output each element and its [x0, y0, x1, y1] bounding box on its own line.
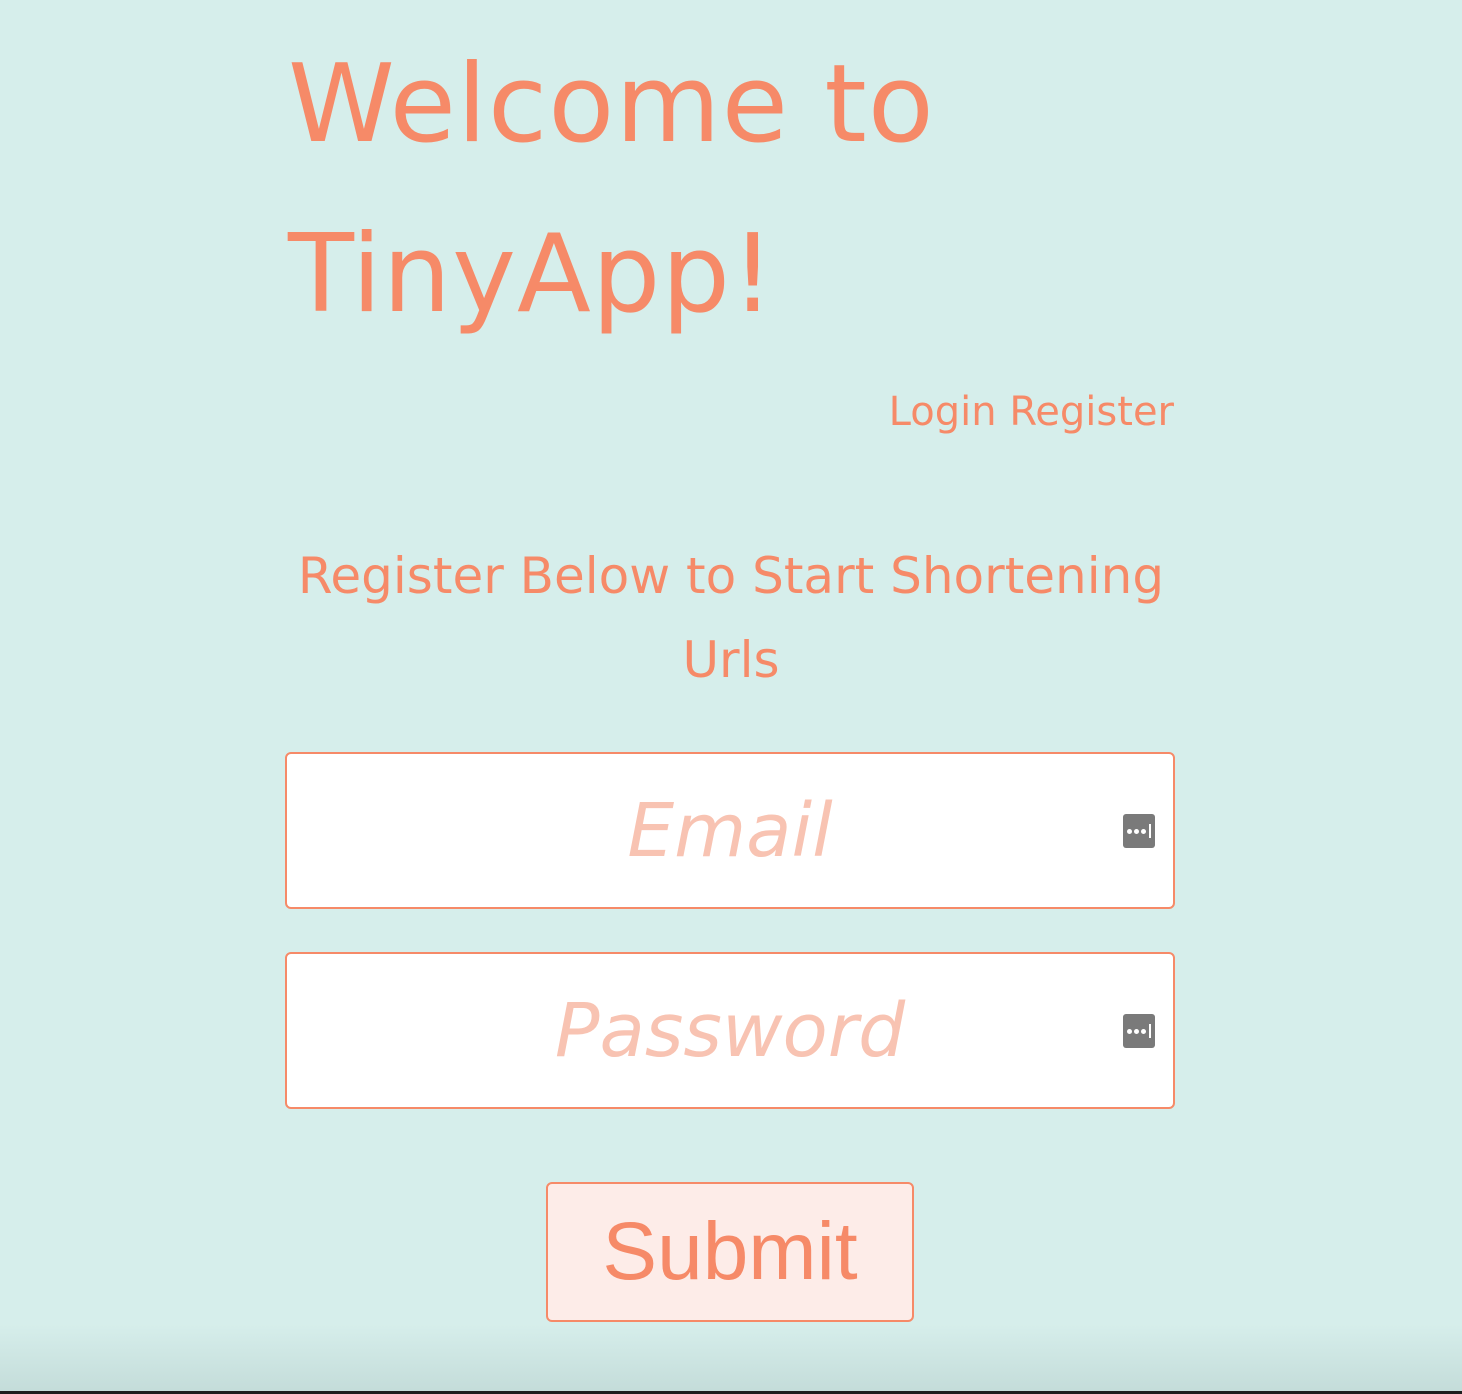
submit-button[interactable]: Submit — [546, 1182, 914, 1322]
password-input[interactable] — [287, 954, 1173, 1107]
password-manager-icon[interactable] — [1123, 1014, 1155, 1048]
login-link[interactable]: Login — [889, 389, 997, 435]
page: Welcome to TinyApp! Login Register Regis… — [0, 0, 1462, 1394]
page-title: Welcome to TinyApp! — [288, 42, 935, 337]
register-link[interactable]: Register — [1009, 389, 1174, 435]
email-input[interactable] — [287, 754, 1173, 907]
email-field-box — [285, 752, 1175, 909]
top-nav: Login Register — [889, 386, 1174, 438]
window-bottom-shadow — [0, 1324, 1462, 1394]
password-manager-icon[interactable] — [1123, 814, 1155, 848]
form-heading: Register Below to Start Shortening Urls — [297, 547, 1165, 689]
password-field-box — [285, 952, 1175, 1109]
